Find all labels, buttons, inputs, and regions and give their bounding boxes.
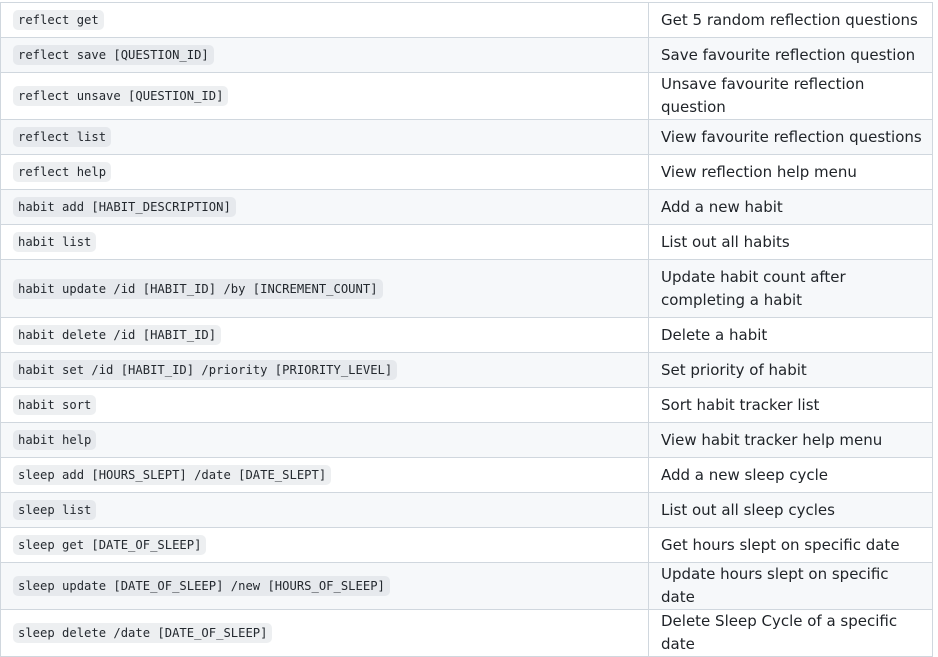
description-cell: Set priority of habit [648,352,933,388]
command-code: habit sort [13,395,97,415]
command-code: reflect unsave [QUESTION_ID] [13,86,229,106]
command-cell: sleep list [0,492,649,528]
command-code: sleep update [DATE_OF_SLEEP] /new [HOURS… [13,576,390,596]
description-cell: View favourite reflection questions [648,119,933,155]
command-code: habit list [13,232,97,252]
command-code: sleep add [HOURS_SLEPT] /date [DATE_SLEP… [13,465,332,485]
table-row: habit add [HABIT_DESCRIPTION] Add a new … [0,189,933,225]
command-cell: reflect save [QUESTION_ID] [0,37,649,73]
table-row: sleep add [HOURS_SLEPT] /date [DATE_SLEP… [0,457,933,493]
description-cell: Update habit count after completing a ha… [648,259,933,318]
command-cell: reflect list [0,119,649,155]
table-row: habit set /id [HABIT_ID] /priority [PRIO… [0,352,933,388]
description-cell: View reflection help menu [648,154,933,190]
command-code: reflect help [13,162,112,182]
table-row: sleep update [DATE_OF_SLEEP] /new [HOURS… [0,562,933,610]
table-row: reflect get Get 5 random reflection ques… [0,2,933,38]
command-code: reflect list [13,127,112,147]
command-cell: reflect get [0,2,649,38]
command-code: reflect get [13,10,104,30]
command-code: habit set /id [HABIT_ID] /priority [PRIO… [13,360,398,380]
command-cell: reflect help [0,154,649,190]
description-cell: Delete Sleep Cycle of a specific date [648,609,933,657]
table-row: habit update /id [HABIT_ID] /by [INCREME… [0,259,933,318]
table-row: habit help View habit tracker help menu [0,422,933,458]
command-code: reflect save [QUESTION_ID] [13,45,214,65]
table-row: reflect save [QUESTION_ID] Save favourit… [0,37,933,73]
description-cell: Unsave favourite reflection question [648,72,933,120]
description-cell: Save favourite reflection question [648,37,933,73]
command-cell: habit update /id [HABIT_ID] /by [INCREME… [0,259,649,318]
command-cell: sleep get [DATE_OF_SLEEP] [0,527,649,563]
command-code: habit update /id [HABIT_ID] /by [INCREME… [13,278,383,299]
command-cell: sleep delete /date [DATE_OF_SLEEP] [0,609,649,657]
command-code: sleep delete /date [DATE_OF_SLEEP] [13,623,273,643]
table-row: reflect list View favourite reflection q… [0,119,933,155]
table-row: sleep list List out all sleep cycles [0,492,933,528]
command-cell: habit list [0,224,649,260]
description-cell: Add a new sleep cycle [648,457,933,493]
command-table: reflect get Get 5 random reflection ques… [0,2,933,657]
table-row: reflect unsave [QUESTION_ID] Unsave favo… [0,72,933,120]
table-row: sleep get [DATE_OF_SLEEP] Get hours slep… [0,527,933,563]
command-code: sleep get [DATE_OF_SLEEP] [13,535,207,555]
command-code: sleep list [13,500,97,520]
command-code: habit help [13,430,97,450]
command-cell: sleep update [DATE_OF_SLEEP] /new [HOURS… [0,562,649,610]
description-cell: Get 5 random reflection questions [648,2,933,38]
description-cell: Get hours slept on specific date [648,527,933,563]
command-cell: reflect unsave [QUESTION_ID] [0,72,649,120]
table-row: habit list List out all habits [0,224,933,260]
command-code: habit delete /id [HABIT_ID] [13,325,222,345]
command-cell: habit add [HABIT_DESCRIPTION] [0,189,649,225]
command-cell: habit set /id [HABIT_ID] /priority [PRIO… [0,352,649,388]
description-cell: Add a new habit [648,189,933,225]
description-cell: List out all sleep cycles [648,492,933,528]
command-table-body: reflect get Get 5 random reflection ques… [0,2,933,657]
command-cell: habit sort [0,387,649,423]
table-row: sleep delete /date [DATE_OF_SLEEP] Delet… [0,609,933,657]
table-row: reflect help View reflection help menu [0,154,933,190]
description-cell: List out all habits [648,224,933,260]
command-cell: sleep add [HOURS_SLEPT] /date [DATE_SLEP… [0,457,649,493]
command-code: habit add [HABIT_DESCRIPTION] [13,197,236,217]
description-cell: View habit tracker help menu [648,422,933,458]
description-cell: Update hours slept on specific date [648,562,933,610]
table-row: habit sort Sort habit tracker list [0,387,933,423]
description-cell: Sort habit tracker list [648,387,933,423]
command-cell: habit help [0,422,649,458]
table-row: habit delete /id [HABIT_ID] Delete a hab… [0,317,933,353]
command-cell: habit delete /id [HABIT_ID] [0,317,649,353]
description-cell: Delete a habit [648,317,933,353]
